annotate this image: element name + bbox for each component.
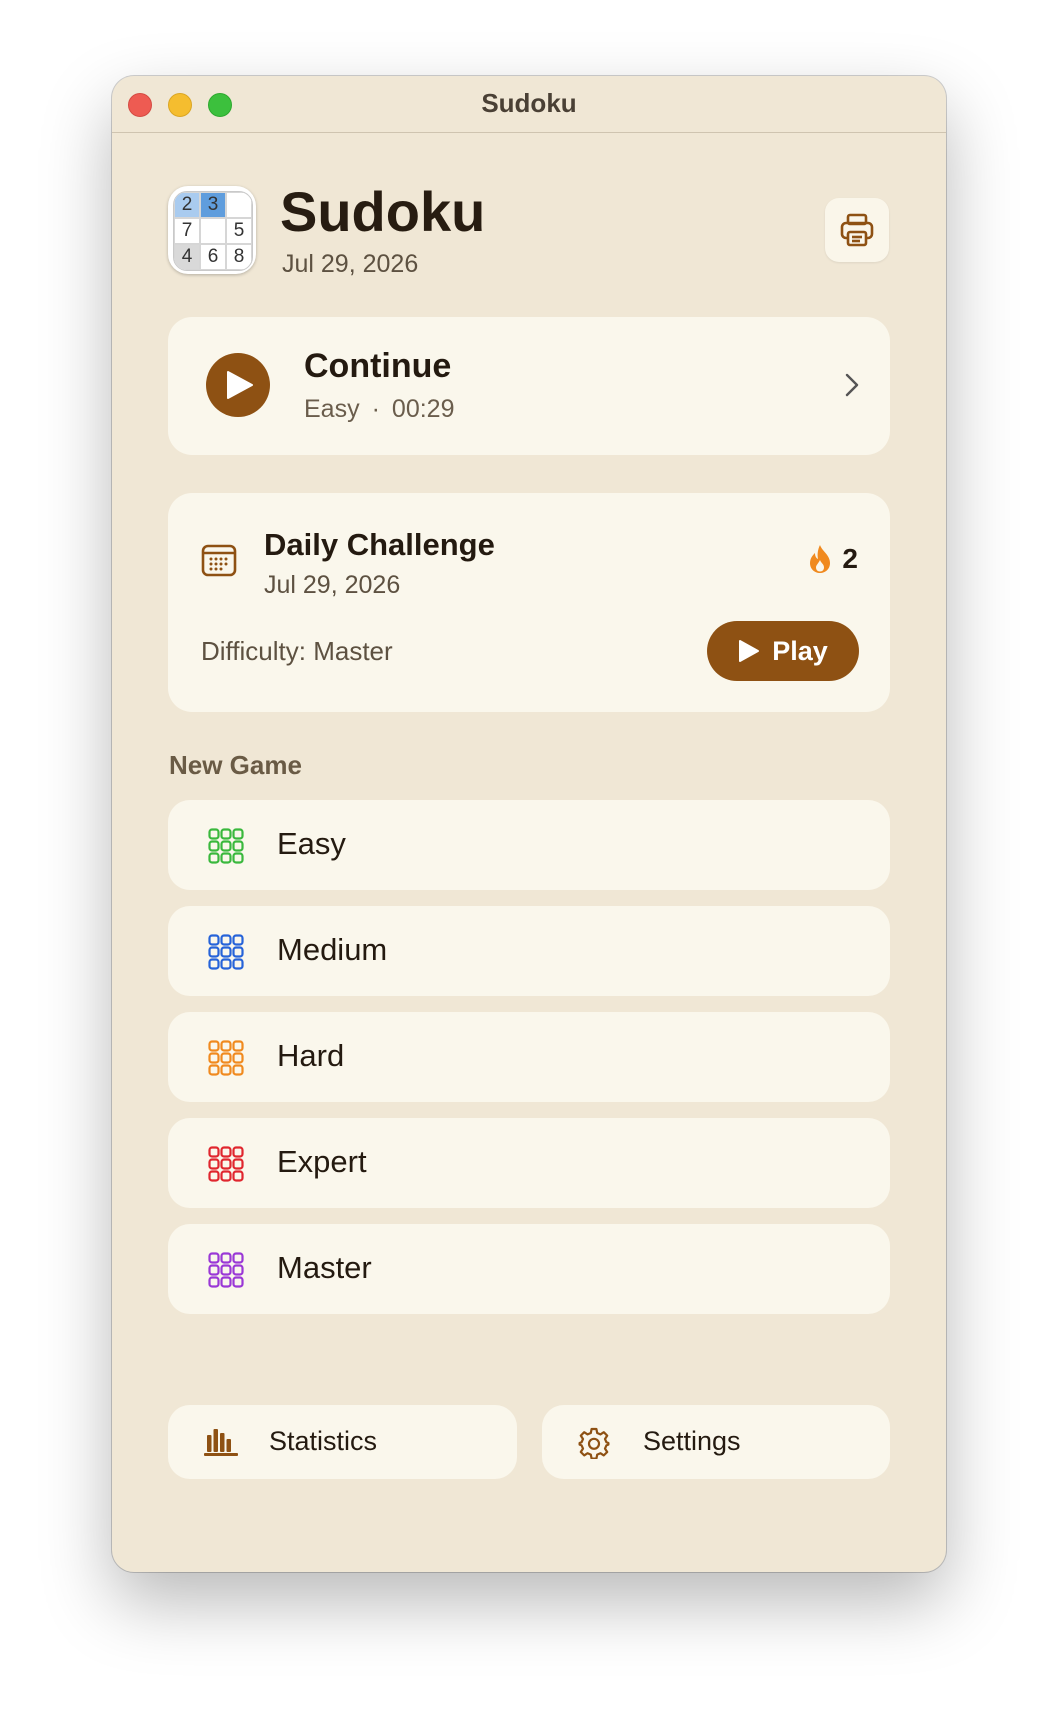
continue-time: 00:29	[391, 395, 455, 423]
new-game-medium-button[interactable]: Medium	[168, 906, 890, 996]
difficulty-label: Master	[277, 1250, 372, 1285]
page-title: Sudoku	[280, 180, 486, 243]
difficulty-label: Medium	[277, 932, 388, 967]
logo-digit: 3	[200, 192, 226, 218]
daily-challenge-title: Daily Challenge	[264, 527, 495, 562]
logo-digit	[200, 218, 226, 244]
streak-badge: 2	[808, 543, 858, 575]
page-date: Jul 29, 2026	[282, 250, 419, 278]
statistics-button[interactable]: Statistics	[168, 1405, 517, 1479]
difficulty-label: Hard	[277, 1038, 345, 1073]
grid-icon	[208, 828, 244, 864]
settings-button[interactable]: Settings	[542, 1405, 890, 1479]
app-logo-icon: 2 3 7 5 4 6 8	[168, 186, 256, 274]
printer-icon	[840, 213, 874, 247]
grid-icon	[208, 1040, 244, 1076]
bar-chart-icon	[204, 1429, 238, 1456]
settings-label: Settings	[643, 1426, 741, 1456]
calendar-icon	[201, 544, 237, 577]
print-button[interactable]	[825, 198, 889, 262]
new-game-expert-button[interactable]: Expert	[168, 1118, 890, 1208]
continue-subtitle: Easy · 00:29	[304, 395, 454, 424]
logo-digit	[226, 192, 252, 218]
title-bar: Sudoku	[112, 76, 946, 133]
separator-dot: ·	[371, 395, 380, 423]
streak-count: 2	[842, 543, 858, 574]
logo-digit: 6	[200, 244, 226, 270]
continue-game-card[interactable]: Continue Easy · 00:29	[168, 317, 890, 455]
difficulty-label: Expert	[277, 1144, 367, 1179]
logo-digit: 7	[174, 218, 200, 244]
grid-icon	[208, 934, 244, 970]
logo-digit: 8	[226, 244, 252, 270]
grid-icon	[208, 1252, 244, 1288]
flame-icon	[810, 545, 831, 573]
daily-challenge-card: Daily Challenge Jul 29, 2026 2 Difficult…	[168, 493, 890, 712]
app-window: Sudoku 2 3 7 5 4 6 8 Sudoku Jul 29, 2026…	[112, 76, 946, 1572]
play-circle-icon	[206, 353, 270, 417]
logo-digit: 4	[174, 244, 200, 270]
new-game-section-label: New Game	[169, 750, 302, 780]
play-icon	[739, 640, 760, 662]
new-game-hard-button[interactable]: Hard	[168, 1012, 890, 1102]
window-title: Sudoku	[481, 88, 577, 118]
statistics-label: Statistics	[269, 1426, 378, 1456]
logo-digit: 2	[174, 192, 200, 218]
logo-digit: 5	[226, 218, 252, 244]
daily-challenge-date: Jul 29, 2026	[264, 571, 401, 599]
difficulty-label: Easy	[277, 826, 346, 861]
chevron-right-icon	[845, 373, 859, 397]
daily-difficulty: Difficulty: Master	[201, 636, 393, 666]
continue-title: Continue	[304, 347, 452, 385]
continue-difficulty: Easy	[304, 395, 360, 423]
daily-play-button[interactable]: Play	[707, 621, 859, 681]
new-game-master-button[interactable]: Master	[168, 1224, 890, 1314]
new-game-easy-button[interactable]: Easy	[168, 800, 890, 890]
play-label: Play	[772, 635, 828, 666]
gear-icon	[578, 1427, 610, 1459]
grid-icon	[208, 1146, 244, 1182]
